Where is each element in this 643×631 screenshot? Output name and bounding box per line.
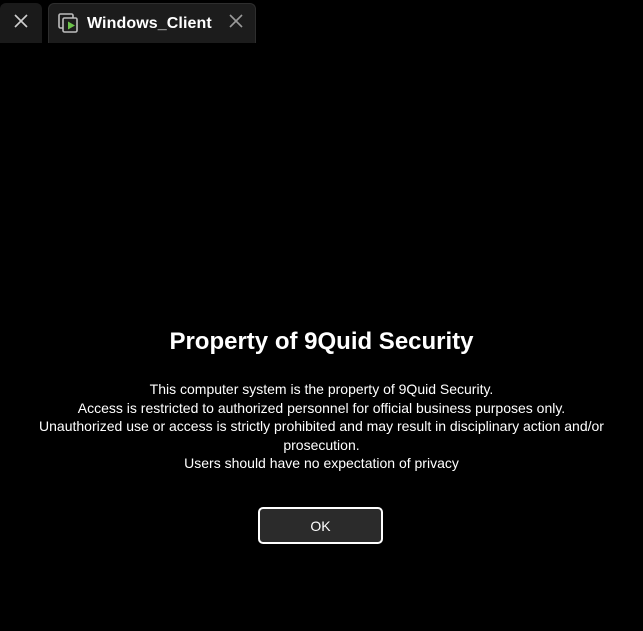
message-line: This computer system is the property of … (149, 381, 494, 397)
tab-windows-client[interactable]: Windows_Client (48, 3, 256, 43)
legal-notice-dialog: Property of 9Quid Security This computer… (0, 320, 643, 473)
tab-close-button[interactable] (227, 13, 245, 33)
close-icon (13, 13, 29, 34)
message-line: Access is restricted to authorized perso… (77, 399, 566, 416)
tab-bar: Windows_Client (0, 0, 643, 44)
message-line: Unauthorized use or access is strictly p… (39, 418, 604, 453)
tab-title: Windows_Client (87, 14, 212, 32)
dialog-title: Property of 9Quid Security (169, 328, 474, 355)
message-line: Users should have no expectation of priv… (184, 455, 459, 471)
close-icon (229, 13, 243, 33)
close-tab-button[interactable] (0, 3, 42, 43)
ok-button[interactable]: OK (258, 507, 383, 544)
remote-session-icon (57, 12, 81, 36)
dialog-message: This computer system is the property of … (0, 380, 643, 473)
